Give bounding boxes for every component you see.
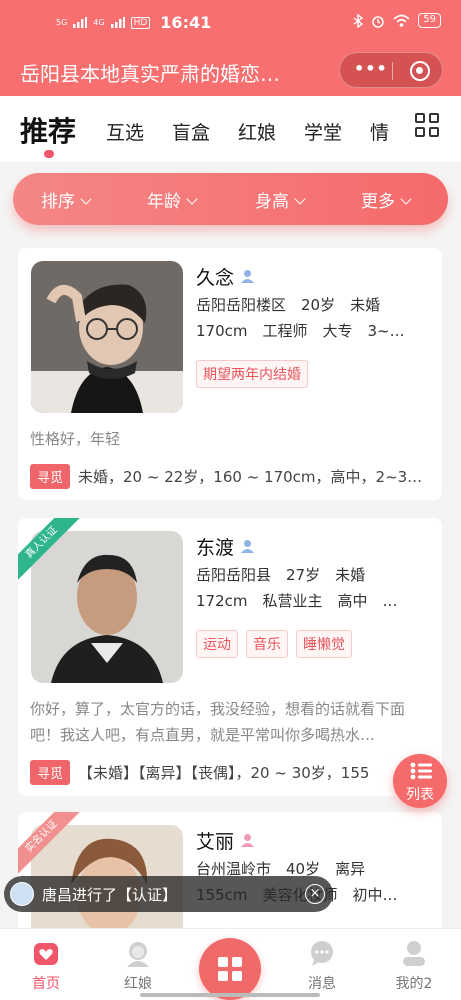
capsule-menu: ••• xyxy=(339,52,443,88)
close-icon[interactable]: × xyxy=(305,884,325,904)
profile-tag: 音乐 xyxy=(246,630,288,658)
toast-text: 唐昌进行了【认证】 xyxy=(42,886,178,904)
profile-name: 艾丽 xyxy=(196,827,255,854)
signal-5g: 5G xyxy=(56,18,68,27)
home-heart-icon xyxy=(34,943,58,965)
tabbar-matchmaker-label: 红娘 xyxy=(124,976,152,992)
signal-bars-icon xyxy=(110,17,125,28)
chevron-down-icon xyxy=(400,193,412,205)
profile-info-line2: 170cm 工程师 大专 3~… xyxy=(196,322,405,340)
chevron-down-icon xyxy=(186,193,198,205)
profile-name: 久念 xyxy=(196,263,255,290)
list-icon xyxy=(410,762,432,780)
filter-age-label: 年龄 xyxy=(147,192,181,212)
grid-apps-icon xyxy=(218,957,242,981)
filter-height[interactable]: 身高 xyxy=(255,187,306,212)
profile-info-line2: 172cm 私营业主 高中 … xyxy=(196,592,398,610)
hd-badge: HD xyxy=(130,16,151,29)
signal-4g: 4G xyxy=(93,18,105,27)
filter-height-label: 身高 xyxy=(255,192,289,212)
profile-photo[interactable] xyxy=(31,261,183,413)
filter-age[interactable]: 年龄 xyxy=(147,187,198,212)
app-root: 5G 4G HD 16:41 59 岳阳县本地真实严肃的婚恋… ••• 推荐 互… xyxy=(0,0,461,1000)
profile-info-line1: 岳阳岳阳县 27岁 未婚 xyxy=(196,566,366,584)
app-title: 岳阳县本地真实严肃的婚恋… xyxy=(20,62,280,86)
tabbar-mine[interactable]: 我的2 xyxy=(368,929,460,1000)
tabbar-messages-label: 消息 xyxy=(308,976,336,992)
profile-photo[interactable] xyxy=(31,531,183,683)
filter-bar: 排序 年龄 身高 更多 xyxy=(13,173,448,225)
seeking-text: 未婚，20 ~ 22岁，160 ~ 170cm，高中，2~3… xyxy=(78,468,423,486)
tab-mutual-select[interactable]: 互选 xyxy=(106,118,144,145)
profile-card[interactable]: 久念 岳阳岳阳楼区 20岁 未婚 170cm 工程师 大专 3~… 期望两年内结… xyxy=(18,248,442,500)
seeking-row: 寻觅 未婚，20 ~ 22岁，160 ~ 170cm，高中，2~3… xyxy=(30,464,434,489)
tab-blind-box[interactable]: 盲盒 xyxy=(172,118,210,145)
profile-info-line1: 岳阳岳阳楼区 20岁 未婚 xyxy=(196,296,381,314)
profile-bio: 性格好，年轻 xyxy=(30,430,121,448)
profile-name-text: 久念 xyxy=(196,267,235,289)
profile-tag: 期望两年内结婚 xyxy=(196,360,308,388)
tabbar-mine-label: 我的2 xyxy=(395,976,433,992)
profile-tag: 运动 xyxy=(196,630,238,658)
status-bar: 5G 4G HD 16:41 59 xyxy=(0,0,461,48)
filter-sort[interactable]: 排序 xyxy=(41,187,92,212)
seeking-badge: 寻觅 xyxy=(30,760,71,785)
home-indicator xyxy=(140,993,320,997)
profile-name-text: 东渡 xyxy=(196,537,235,559)
tabbar-home[interactable]: 首页 xyxy=(0,929,92,1000)
wifi-icon xyxy=(393,14,410,27)
tab-matchmaker[interactable]: 红娘 xyxy=(238,118,276,145)
tabbar-messages[interactable]: 消息 xyxy=(276,929,368,1000)
seeking-badge: 寻觅 xyxy=(30,464,71,489)
activity-toast: 唐昌进行了【认证】 × xyxy=(4,876,333,912)
more-menu-button[interactable]: ••• xyxy=(354,59,388,78)
toast-avatar xyxy=(10,882,34,906)
list-view-button[interactable]: 列表 xyxy=(393,754,447,808)
filter-sort-label: 排序 xyxy=(41,192,75,212)
tabbar-home-label: 首页 xyxy=(32,976,60,992)
tab-recommend[interactable]: 推荐 xyxy=(20,110,76,150)
male-user-icon xyxy=(241,270,255,283)
close-mini-program-button[interactable] xyxy=(410,61,430,81)
capsule-divider xyxy=(392,62,393,80)
profile-tags: 期望两年内结婚 xyxy=(196,360,308,388)
seeking-text: 【未婚】【离异】【丧偶】，20 ~ 30岁，155 xyxy=(78,764,370,782)
male-user-icon xyxy=(241,540,255,553)
filter-more[interactable]: 更多 xyxy=(361,187,412,212)
alarm-icon xyxy=(372,15,385,28)
profile-tag: 睡懒觉 xyxy=(296,630,352,658)
active-tab-indicator xyxy=(44,150,54,158)
female-user-icon xyxy=(241,834,255,847)
chevron-down-icon xyxy=(294,193,306,205)
grid-menu-icon[interactable] xyxy=(415,113,441,139)
tabbar-matchmaker[interactable]: 红娘 xyxy=(92,929,184,1000)
battery-indicator: 59 xyxy=(418,13,441,28)
signal-bars-icon xyxy=(73,17,88,28)
profile-tags: 运动 音乐 睡懒觉 xyxy=(196,630,352,658)
top-tabs: 推荐 互选 盲盒 红娘 学堂 情 xyxy=(0,96,461,162)
user-profile-icon xyxy=(403,941,425,966)
mini-program-titlebar: 岳阳县本地真实严肃的婚恋… ••• xyxy=(0,48,461,96)
chevron-down-icon xyxy=(80,193,92,205)
profile-card[interactable]: 真人认证 东渡 岳阳岳阳县 27岁 未婚 172cm 私营业主 高中 … 运动 … xyxy=(18,518,442,796)
center-action-button[interactable] xyxy=(199,938,261,1000)
clock: 16:41 xyxy=(160,13,212,32)
profile-name: 东渡 xyxy=(196,533,255,560)
profile-name-text: 艾丽 xyxy=(196,831,235,853)
message-bubble-icon xyxy=(311,941,333,966)
tab-school[interactable]: 学堂 xyxy=(304,118,342,145)
tab-emotion[interactable]: 情 xyxy=(370,118,389,145)
filter-more-label: 更多 xyxy=(361,192,395,212)
bluetooth-icon xyxy=(353,13,364,28)
matchmaker-avatar-icon xyxy=(127,942,149,967)
profile-bio: 你好，算了，太官方的话，我没经验，想看的话就看下面吧！我这人吧，有点直男，就是平… xyxy=(30,700,406,744)
list-view-label: 列表 xyxy=(406,787,434,803)
seeking-row: 寻觅 【未婚】【离异】【丧偶】，20 ~ 30岁，155 xyxy=(30,760,434,785)
